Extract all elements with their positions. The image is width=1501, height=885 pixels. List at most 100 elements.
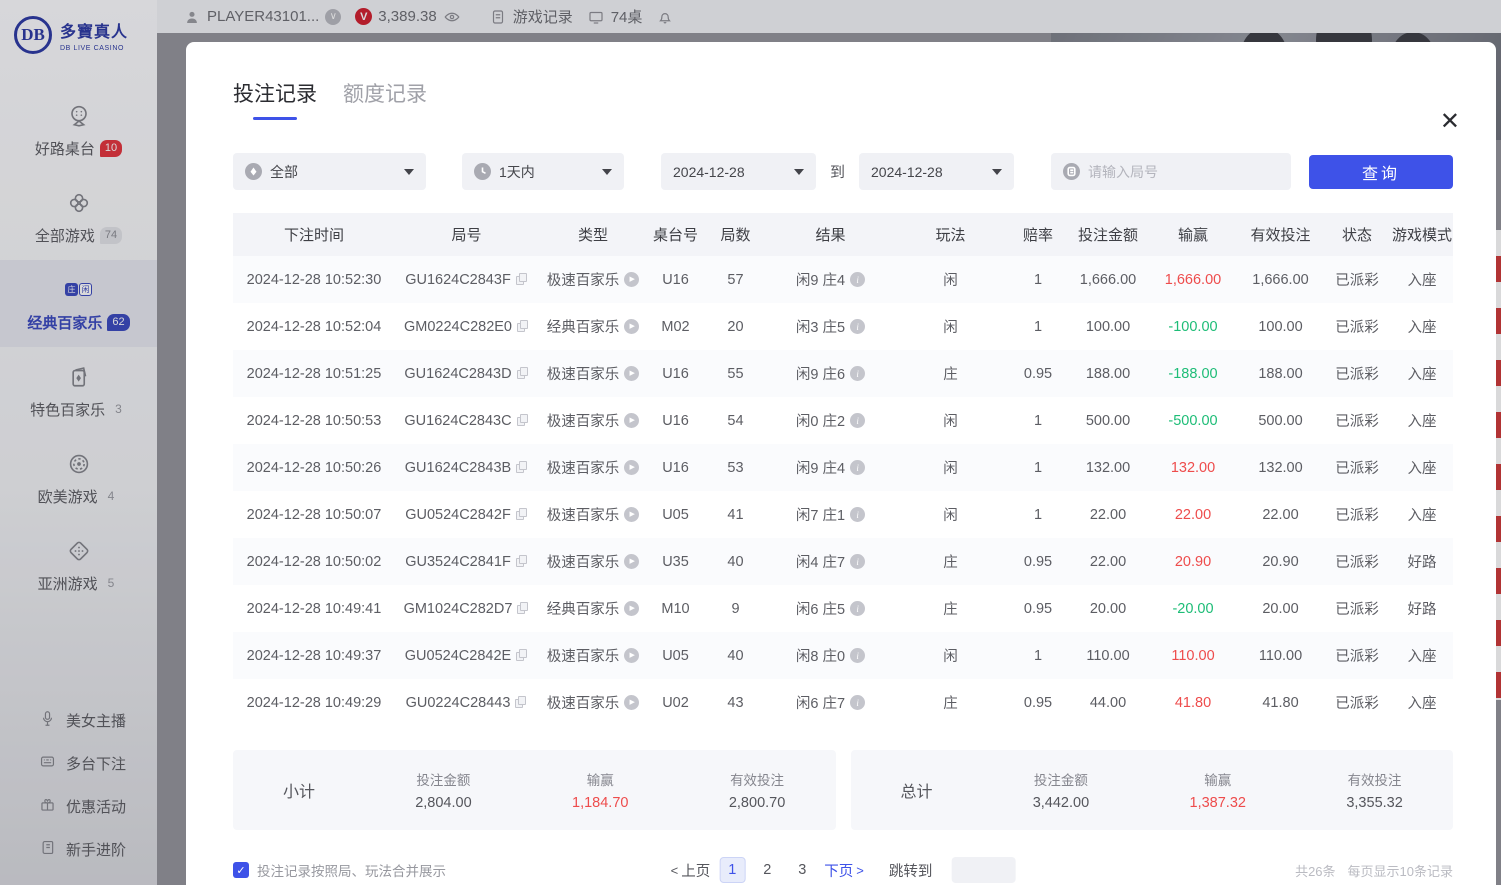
cell-result: 闲6 庄5i	[768, 598, 893, 619]
cell-type: 极速百家乐▶	[538, 410, 648, 431]
play-icon[interactable]: ▶	[624, 319, 639, 334]
cell-play: 庄	[893, 692, 1008, 713]
cell-bet: 100.00	[1068, 319, 1148, 335]
play-icon[interactable]: ▶	[624, 413, 639, 428]
info-icon[interactable]: i	[850, 554, 865, 569]
play-icon[interactable]: ▶	[624, 601, 639, 616]
cell-play: 庄	[893, 363, 1008, 384]
copy-icon[interactable]	[516, 508, 528, 521]
info-icon[interactable]: i	[850, 366, 865, 381]
records-info: 共26条 每页显示10条记录	[1295, 861, 1453, 880]
cell-mode: 入座	[1391, 363, 1453, 384]
cell-time: 2024-12-28 10:50:07	[233, 507, 395, 523]
copy-icon[interactable]	[517, 414, 529, 427]
merge-option[interactable]: ✓ 投注记录按照局、玩法合并展示	[233, 860, 446, 880]
prev-page-button[interactable]: < 上页	[671, 860, 711, 881]
cell-mode: 好路	[1391, 551, 1453, 572]
page-button-2[interactable]: 2	[754, 857, 780, 883]
caret-down-icon	[404, 169, 414, 175]
cell-type: 极速百家乐▶	[538, 551, 648, 572]
summaries: 小计 投注金额2,804.00 输赢1,184.70 有效投注2,800.70 …	[233, 750, 1453, 830]
info-icon[interactable]: i	[850, 695, 865, 710]
cell-type: 极速百家乐▶	[538, 692, 648, 713]
cell-round: GM0224C282E0	[395, 319, 538, 335]
total-label: 总计	[851, 778, 983, 802]
cell-round: GU1624C2843C	[395, 413, 538, 429]
play-icon[interactable]: ▶	[624, 272, 639, 287]
copy-icon[interactable]	[516, 555, 528, 568]
table-row: 2024-12-28 10:50:26GU1624C2843B极速百家乐▶U16…	[233, 444, 1453, 491]
copy-icon[interactable]	[515, 696, 527, 709]
cell-result: 闲4 庄7i	[768, 551, 893, 572]
date-from-select[interactable]: 2024-12-28	[661, 153, 816, 190]
query-button[interactable]: 查询	[1309, 155, 1453, 189]
play-icon[interactable]: ▶	[624, 507, 639, 522]
cell-table: U35	[648, 554, 703, 570]
table-row: 2024-12-28 10:49:41GM1024C282D7经典百家乐▶M10…	[233, 585, 1453, 632]
play-icon[interactable]: ▶	[624, 695, 639, 710]
cell-table: U16	[648, 272, 703, 288]
tab-bet-records[interactable]: 投注记录	[233, 78, 317, 120]
cell-status: 已派彩	[1323, 645, 1391, 666]
range-select[interactable]: 1天内	[462, 153, 624, 190]
cell-play: 闲	[893, 269, 1008, 290]
column-header: 玩法	[893, 224, 1008, 245]
filter-bar: 全部 1天内 2024-12-28 到 2024-12-28 请输入局号 查询	[233, 153, 1453, 190]
page-button-1[interactable]: 1	[719, 857, 745, 883]
cell-table: M10	[648, 601, 703, 617]
cell-winloss: 20.90	[1148, 554, 1238, 570]
column-header: 输赢	[1148, 224, 1238, 245]
cell-round: GU1624C2843D	[395, 366, 538, 382]
copy-icon[interactable]	[516, 649, 528, 662]
chip-icon	[245, 163, 262, 180]
merge-checkbox[interactable]: ✓	[233, 862, 249, 878]
column-header: 局号	[395, 224, 538, 245]
cell-play: 闲	[893, 645, 1008, 666]
info-icon[interactable]: i	[850, 507, 865, 522]
cell-result: 闲8 庄0i	[768, 645, 893, 666]
close-icon[interactable]: ✕	[1440, 110, 1460, 134]
cell-odds: 1	[1008, 507, 1068, 523]
copy-icon[interactable]	[517, 602, 529, 615]
category-select[interactable]: 全部	[233, 153, 426, 190]
play-icon[interactable]: ▶	[624, 554, 639, 569]
cell-odds: 1	[1008, 319, 1068, 335]
cell-odds: 1	[1008, 648, 1068, 664]
play-icon[interactable]: ▶	[624, 648, 639, 663]
next-page-button[interactable]: 下页 >	[824, 860, 864, 881]
copy-icon[interactable]	[516, 273, 528, 286]
cell-valid: 20.90	[1238, 554, 1323, 570]
round-search-input[interactable]: 请输入局号	[1051, 153, 1291, 190]
cell-status: 已派彩	[1323, 410, 1391, 431]
page-button-3[interactable]: 3	[789, 857, 815, 883]
tab-quota-records[interactable]: 额度记录	[343, 78, 427, 120]
jump-page-input[interactable]	[951, 857, 1015, 883]
play-icon[interactable]: ▶	[624, 366, 639, 381]
cell-bet: 132.00	[1068, 460, 1148, 476]
cell-round: GU3524C2841F	[395, 554, 538, 570]
cell-mode: 入座	[1391, 316, 1453, 337]
date-to-select[interactable]: 2024-12-28	[859, 153, 1014, 190]
info-icon[interactable]: i	[850, 272, 865, 287]
total-box: 总计 投注金额3,442.00 输赢1,387.32 有效投注3,355.32	[851, 750, 1454, 830]
cell-mode: 好路	[1391, 598, 1453, 619]
copy-icon[interactable]	[516, 461, 528, 474]
range-value: 1天内	[499, 162, 535, 182]
cell-round: GM1024C282D7	[395, 601, 538, 617]
info-icon[interactable]: i	[850, 319, 865, 334]
search-placeholder: 请输入局号	[1088, 162, 1158, 182]
info-icon[interactable]: i	[850, 601, 865, 616]
cell-round: GU0524C2842E	[395, 648, 538, 664]
info-icon[interactable]: i	[850, 648, 865, 663]
cell-count: 57	[703, 272, 768, 288]
date-to-value: 2024-12-28	[871, 164, 943, 180]
cell-time: 2024-12-28 10:50:53	[233, 413, 395, 429]
info-icon[interactable]: i	[850, 413, 865, 428]
copy-icon[interactable]	[517, 320, 529, 333]
info-icon[interactable]: i	[850, 460, 865, 475]
play-icon[interactable]: ▶	[624, 460, 639, 475]
cell-table: U16	[648, 460, 703, 476]
cell-bet: 22.00	[1068, 554, 1148, 570]
total-winloss-value: 1,387.32	[1139, 795, 1296, 811]
copy-icon[interactable]	[517, 367, 529, 380]
